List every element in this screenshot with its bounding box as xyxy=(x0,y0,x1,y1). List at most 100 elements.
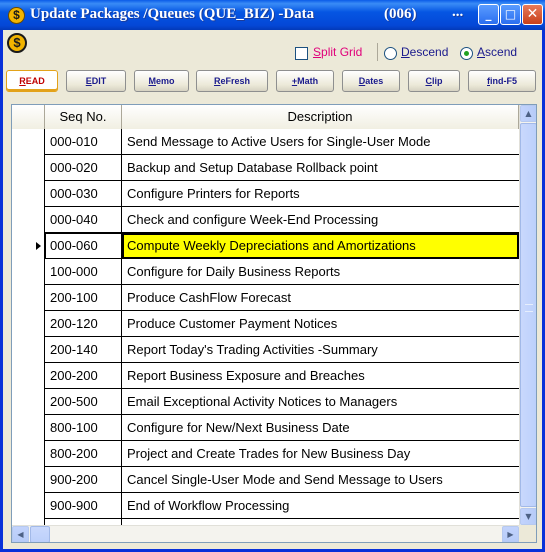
current-row-arrow-icon xyxy=(36,242,41,250)
ascend-radio[interactable] xyxy=(460,47,473,60)
scroll-right-icon[interactable]: ▶ xyxy=(502,526,519,542)
seq-cell[interactable]: 000-030 xyxy=(45,181,122,207)
scrollbar-corner xyxy=(519,525,536,542)
description-cell[interactable]: Configure Printers for Reports xyxy=(122,181,519,207)
split-grid-checkbox[interactable] xyxy=(295,47,308,60)
table-row[interactable]: 000-020 Backup and Setup Database Rollbac… xyxy=(12,155,519,181)
table-row[interactable]: 900-900 End of Workflow Processing xyxy=(12,493,519,519)
table-row[interactable]: 800-200 Project and Create Trades for New… xyxy=(12,441,519,467)
app-window: $ Update Packages /Queues (QUE_BIZ) -Dat… xyxy=(0,0,545,552)
seq-cell[interactable]: 200-120 xyxy=(45,311,122,337)
row-indicator[interactable] xyxy=(12,467,45,493)
description-cell[interactable]: Configure for New/Next Business Date xyxy=(122,415,519,441)
scroll-down-icon[interactable]: ▼ xyxy=(520,508,536,525)
row-indicator[interactable] xyxy=(12,493,45,519)
description-cell[interactable]: Email Exceptional Activity Notices to Ma… xyxy=(122,389,519,415)
toolbar-divider xyxy=(377,43,378,61)
description-cell[interactable]: Backup and Setup Database Rollback point xyxy=(122,155,519,181)
description-cell[interactable]: Compute Weekly Depreciations and Amortiz… xyxy=(122,233,519,259)
table-row[interactable]: 000-030 Configure Printers for Reports xyxy=(12,181,519,207)
description-cell[interactable]: Send Message to Active Users for Single-… xyxy=(122,129,519,155)
window-title: Update Packages /Queues (QUE_BIZ) -Data xyxy=(30,6,315,22)
ascend-label[interactable]: Ascend xyxy=(477,45,517,59)
row-indicator-header[interactable] xyxy=(12,105,45,129)
table-row[interactable]: 100-000 Configure for Daily Business Repo… xyxy=(12,259,519,285)
dollar-coin-icon[interactable]: $ xyxy=(7,33,27,53)
horizontal-scrollbar[interactable]: ◀ ▶ xyxy=(12,525,519,542)
row-indicator[interactable] xyxy=(12,129,45,155)
seq-cell[interactable]: 000-040 xyxy=(45,207,122,233)
table-row[interactable]: 200-140 Report Today's Trading Activities… xyxy=(12,337,519,363)
seq-cell[interactable]: 100-000 xyxy=(45,259,122,285)
table-row[interactable]: 200-100 Produce CashFlow Forecast xyxy=(12,285,519,311)
dates-button[interactable]: Dates xyxy=(342,70,400,92)
title-more-dots[interactable]: ... xyxy=(452,4,463,21)
table-row[interactable]: 800-100 Configure for New/Next Business D… xyxy=(12,415,519,441)
table-row[interactable]: 200-500 Email Exceptional Activity Notice… xyxy=(12,389,519,415)
table-row[interactable]: 000-010 Send Message to Active Users for … xyxy=(12,129,519,155)
description-cell[interactable]: Report Today's Trading Activities -Summa… xyxy=(122,337,519,363)
find-button[interactable]: find-F5 xyxy=(468,70,536,92)
description-cell[interactable]: End of Workflow Processing xyxy=(122,493,519,519)
row-indicator[interactable] xyxy=(12,181,45,207)
row-indicator[interactable] xyxy=(12,389,45,415)
table-row[interactable]: 000-060 Compute Weekly Depreciations and … xyxy=(12,233,519,259)
description-cell[interactable]: Check and configure Week-End Processing xyxy=(122,207,519,233)
description-cell[interactable]: Configure for Daily Business Reports xyxy=(122,259,519,285)
descend-label[interactable]: Descend xyxy=(401,45,448,59)
row-indicator[interactable] xyxy=(12,363,45,389)
description-cell[interactable]: Produce CashFlow Forecast xyxy=(122,285,519,311)
seq-cell[interactable]: 000-060 xyxy=(45,233,122,259)
table-row[interactable]: 900-200 Cancel Single-User Mode and Send … xyxy=(12,467,519,493)
app-dollar-icon[interactable]: $ xyxy=(8,7,25,24)
row-indicator[interactable] xyxy=(12,285,45,311)
row-indicator[interactable] xyxy=(12,337,45,363)
vertical-scroll-thumb[interactable] xyxy=(520,123,536,507)
row-indicator[interactable] xyxy=(12,311,45,337)
title-bar[interactable]: $ Update Packages /Queues (QUE_BIZ) -Dat… xyxy=(0,0,545,30)
scroll-up-icon[interactable]: ▲ xyxy=(520,105,536,122)
table-row[interactable]: 200-120 Produce Customer Payment Notices xyxy=(12,311,519,337)
seq-cell[interactable]: 200-200 xyxy=(45,363,122,389)
clip-button[interactable]: Clip xyxy=(408,70,460,92)
vertical-scrollbar[interactable]: ▲ ▼ xyxy=(519,105,536,525)
seq-cell[interactable]: 200-100 xyxy=(45,285,122,311)
row-indicator[interactable] xyxy=(12,415,45,441)
table-row[interactable]: 000-040 Check and configure Week-End Proc… xyxy=(12,207,519,233)
maximize-button[interactable]: □ xyxy=(500,4,521,25)
read-button[interactable]: READ xyxy=(6,70,58,92)
close-button[interactable]: ✕ xyxy=(522,4,543,25)
math-button[interactable]: +Math xyxy=(276,70,334,92)
refresh-button[interactable]: ReFresh xyxy=(196,70,268,92)
table-row[interactable]: 200-200 Report Business Exposure and Brea… xyxy=(12,363,519,389)
row-indicator[interactable] xyxy=(12,259,45,285)
seq-cell[interactable]: 000-010 xyxy=(45,129,122,155)
row-indicator[interactable] xyxy=(12,207,45,233)
description-cell[interactable]: Cancel Single-User Mode and Send Message… xyxy=(122,467,519,493)
memo-button[interactable]: Memo xyxy=(134,70,189,92)
row-indicator[interactable] xyxy=(12,233,45,259)
seq-cell[interactable]: 200-500 xyxy=(45,389,122,415)
description-cell[interactable]: Project and Create Trades for New Busine… xyxy=(122,441,519,467)
seq-cell[interactable]: 800-200 xyxy=(45,441,122,467)
horizontal-scroll-thumb[interactable] xyxy=(30,526,50,542)
description-cell[interactable]: Produce Customer Payment Notices xyxy=(122,311,519,337)
column-header-seq[interactable]: Seq No. xyxy=(45,105,122,129)
seq-cell[interactable]: 900-200 xyxy=(45,467,122,493)
packages-grid[interactable]: Seq No. Description 000-010 Send Message … xyxy=(11,104,537,543)
row-indicator[interactable] xyxy=(12,155,45,181)
scroll-grip-icon xyxy=(525,304,533,312)
window-code: (006) xyxy=(384,6,417,22)
column-header-description[interactable]: Description xyxy=(122,105,519,129)
seq-cell[interactable]: 000-020 xyxy=(45,155,122,181)
seq-cell[interactable]: 900-900 xyxy=(45,493,122,519)
edit-button[interactable]: EDIT xyxy=(66,70,126,92)
scroll-left-icon[interactable]: ◀ xyxy=(12,526,29,542)
description-cell[interactable]: Report Business Exposure and Breaches xyxy=(122,363,519,389)
descend-radio[interactable] xyxy=(384,47,397,60)
row-indicator[interactable] xyxy=(12,441,45,467)
seq-cell[interactable]: 200-140 xyxy=(45,337,122,363)
minimize-button[interactable]: _ xyxy=(478,4,499,25)
seq-cell[interactable]: 800-100 xyxy=(45,415,122,441)
split-grid-label[interactable]: Split Grid xyxy=(313,45,362,59)
